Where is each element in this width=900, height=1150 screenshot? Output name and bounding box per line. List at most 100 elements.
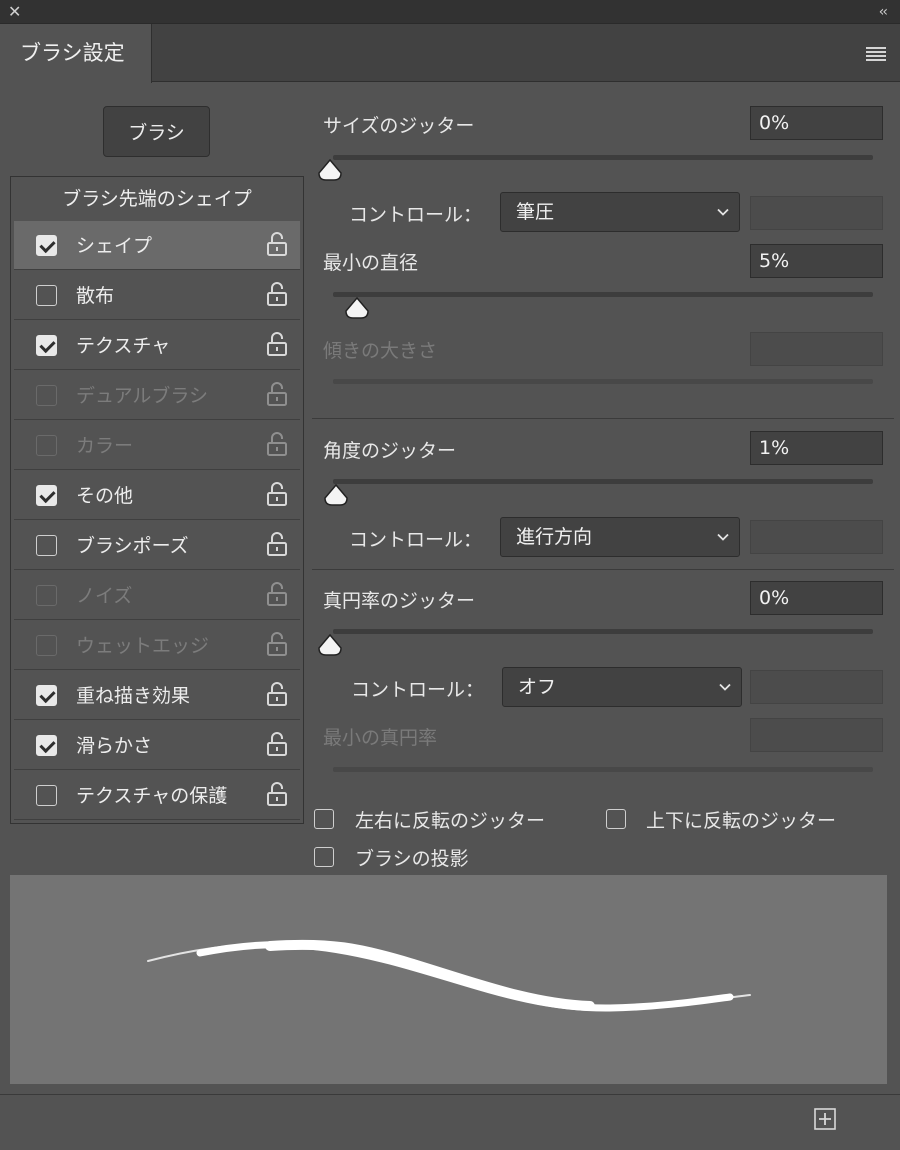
chevron-down-icon bbox=[717, 208, 729, 216]
tilt-scale-value bbox=[750, 332, 883, 366]
roundness-control-dropdown[interactable]: オフ bbox=[502, 667, 742, 707]
brush-projection-label: ブラシの投影 bbox=[355, 848, 469, 870]
min-roundness-value bbox=[750, 718, 883, 752]
min-diameter-slider-track[interactable] bbox=[333, 292, 873, 297]
brush-option-row[interactable]: 重ね描き効果 bbox=[14, 671, 300, 720]
brush-option-checkbox[interactable] bbox=[36, 335, 57, 356]
unlocked-padlock-icon[interactable] bbox=[266, 331, 288, 357]
brush-option-checkbox bbox=[36, 635, 57, 656]
brush-option-row[interactable]: 散布 bbox=[14, 271, 300, 320]
flip-x-jitter-label: 左右に反転のジッター bbox=[355, 810, 546, 832]
brush-option-checkbox[interactable] bbox=[36, 235, 57, 256]
brush-option-checkbox bbox=[36, 435, 57, 456]
brush-option-row[interactable]: テクスチャの保護 bbox=[14, 771, 300, 820]
chevron-down-icon bbox=[719, 683, 731, 691]
brush-option-row: ウェットエッジ bbox=[14, 621, 300, 670]
brush-option-label: カラー bbox=[76, 435, 134, 457]
brush-option-label: 重ね描き効果 bbox=[76, 685, 191, 707]
size-jitter-slider-thumb[interactable] bbox=[317, 158, 343, 182]
brush-option-checkbox bbox=[36, 585, 57, 606]
angle-control-value: 進行方向 bbox=[516, 526, 593, 548]
min-diameter-label: 最小の直径 bbox=[323, 252, 419, 274]
unlocked-padlock-icon[interactable] bbox=[266, 281, 288, 307]
brush-stroke-preview bbox=[10, 875, 887, 1084]
hamburger-menu-icon[interactable] bbox=[866, 47, 886, 61]
divider bbox=[312, 418, 894, 419]
roundness-jitter-label: 真円率のジッター bbox=[323, 590, 476, 612]
roundness-jitter-value[interactable]: 0% bbox=[750, 581, 883, 615]
brush-option-row[interactable]: その他 bbox=[14, 471, 300, 520]
size-control-dropdown[interactable]: 筆圧 bbox=[500, 192, 740, 232]
angle-jitter-value[interactable]: 1% bbox=[750, 431, 883, 465]
size-control-label: コントロール： bbox=[349, 204, 483, 226]
brush-option-label: デュアルブラシ bbox=[76, 385, 209, 407]
new-brush-plus-icon[interactable] bbox=[814, 1108, 836, 1130]
close-icon[interactable]: ✕ bbox=[8, 2, 21, 22]
brush-option-row: デュアルブラシ bbox=[14, 371, 300, 420]
brush-option-row: カラー bbox=[14, 421, 300, 470]
unlocked-padlock-icon bbox=[267, 582, 287, 606]
brush-option-row[interactable]: シェイプ bbox=[14, 221, 300, 270]
unlocked-padlock-icon[interactable] bbox=[266, 531, 288, 557]
roundness-jitter-slider-track[interactable] bbox=[333, 629, 873, 634]
brush-option-label: テクスチャ bbox=[76, 335, 171, 357]
angle-control-dropdown[interactable]: 進行方向 bbox=[500, 517, 740, 557]
min-roundness-slider-track bbox=[333, 767, 873, 772]
brush-option-label: ブラシポーズ bbox=[76, 535, 189, 557]
min-diameter-value[interactable]: 5% bbox=[750, 244, 883, 278]
brush-option-label: その他 bbox=[76, 485, 134, 507]
angle-control-label: コントロール： bbox=[349, 529, 483, 551]
brush-option-label: ノイズ bbox=[76, 585, 133, 607]
panel-top-strip bbox=[0, 0, 900, 24]
angle-jitter-slider-track[interactable] bbox=[333, 479, 873, 484]
brush-option-row: ノイズ bbox=[14, 571, 300, 620]
brush-option-checkbox[interactable] bbox=[36, 535, 57, 556]
brush-option-label: シェイプ bbox=[76, 235, 153, 257]
brush-option-row[interactable]: 滑らかさ bbox=[14, 721, 300, 770]
brush-option-label: 散布 bbox=[76, 285, 115, 307]
unlocked-padlock-icon bbox=[267, 632, 287, 656]
brush-option-checkbox[interactable] bbox=[36, 485, 57, 506]
angle-control-extra-field bbox=[750, 520, 883, 554]
flip-y-jitter-checkbox[interactable] bbox=[606, 809, 626, 829]
flip-y-jitter-label: 上下に反転のジッター bbox=[646, 810, 837, 832]
roundness-control-value: オフ bbox=[518, 676, 557, 698]
unlocked-padlock-icon[interactable] bbox=[266, 681, 288, 707]
brush-option-checkbox[interactable] bbox=[36, 735, 57, 756]
size-jitter-value[interactable]: 0% bbox=[750, 106, 883, 140]
unlocked-padlock-icon[interactable] bbox=[266, 731, 288, 757]
min-roundness-label: 最小の真円率 bbox=[323, 727, 438, 749]
collapse-panel-icon[interactable]: ‹‹ bbox=[879, 2, 888, 22]
brush-option-label: テクスチャの保護 bbox=[76, 785, 228, 807]
brush-option-checkbox[interactable] bbox=[36, 785, 57, 806]
unlocked-padlock-icon[interactable] bbox=[266, 481, 288, 507]
unlocked-padlock-icon bbox=[267, 432, 287, 456]
brush-option-row[interactable]: ブラシポーズ bbox=[14, 521, 300, 570]
roundness-control-label: コントロール： bbox=[351, 679, 485, 701]
unlocked-padlock-icon[interactable] bbox=[266, 781, 288, 807]
brush-option-checkbox[interactable] bbox=[36, 285, 57, 306]
divider bbox=[312, 569, 894, 570]
tilt-scale-slider-track bbox=[333, 379, 873, 384]
unlocked-padlock-icon[interactable] bbox=[266, 231, 288, 257]
brush-option-checkbox[interactable] bbox=[36, 685, 57, 706]
brush-option-checkbox bbox=[36, 385, 57, 406]
brush-stroke-graphic bbox=[147, 939, 751, 1012]
angle-jitter-label: 角度のジッター bbox=[323, 440, 457, 462]
roundness-jitter-slider-thumb[interactable] bbox=[317, 633, 343, 657]
angle-jitter-slider-thumb[interactable] bbox=[323, 483, 349, 507]
chevron-down-icon bbox=[717, 533, 729, 541]
unlocked-padlock-icon bbox=[267, 382, 287, 406]
brush-projection-checkbox[interactable] bbox=[314, 847, 334, 867]
brush-tip-shape-heading[interactable]: ブラシ先端のシェイプ bbox=[10, 184, 304, 211]
brush-option-label: 滑らかさ bbox=[76, 735, 153, 757]
size-jitter-label: サイズのジッター bbox=[323, 115, 475, 137]
brush-option-row[interactable]: テクスチャ bbox=[14, 321, 300, 370]
flip-x-jitter-checkbox[interactable] bbox=[314, 809, 334, 829]
brushes-button[interactable]: ブラシ bbox=[103, 106, 210, 157]
roundness-control-extra-field bbox=[750, 670, 883, 704]
size-control-extra-field bbox=[750, 196, 883, 230]
tab-label: ブラシ設定 bbox=[20, 41, 125, 65]
min-diameter-slider-thumb[interactable] bbox=[344, 296, 370, 320]
size-jitter-slider-track[interactable] bbox=[333, 155, 873, 160]
